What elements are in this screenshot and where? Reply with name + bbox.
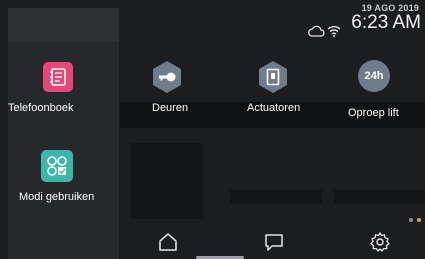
- page-indicator: [409, 218, 421, 222]
- tile-modes-label: Modi gebruiken: [19, 191, 95, 203]
- actuator-icon: [256, 60, 290, 94]
- status-icons: [308, 25, 341, 41]
- tile-doors-label: Deuren: [152, 102, 189, 114]
- page-dot[interactable]: [409, 218, 413, 222]
- empty-slot: [131, 143, 203, 219]
- modes-icon: [41, 150, 73, 182]
- key-icon: [150, 60, 184, 94]
- left-panel: [8, 8, 119, 259]
- chat-icon: [263, 234, 285, 257]
- empty-slot: [334, 190, 425, 204]
- tile-phonebook-label: Telefoonboek: [8, 102, 74, 114]
- phonebook-icon: [43, 62, 73, 92]
- nav-messages-button[interactable]: [263, 231, 285, 253]
- cloud-icon: [308, 24, 325, 42]
- page-dot-active[interactable]: [417, 218, 421, 222]
- left-panel-header: [8, 8, 119, 42]
- tile-actuators[interactable]: Actuatoren: [234, 56, 318, 126]
- nav-home-button[interactable]: [157, 231, 179, 253]
- tile-lift-call[interactable]: 24h Oproep lift: [344, 56, 424, 126]
- nav-settings-button[interactable]: [369, 231, 391, 253]
- status-time: 6:23 AM: [351, 12, 421, 33]
- tile-phonebook[interactable]: Telefoonboek: [8, 56, 119, 126]
- lift-24h-icon: 24h: [358, 60, 390, 92]
- tile-doors[interactable]: Deuren: [132, 56, 212, 126]
- tile-actuators-label: Actuatoren: [247, 102, 301, 114]
- gear-icon: [369, 232, 391, 257]
- lift-24h-badge: 24h: [364, 70, 384, 82]
- intercom-home-screen: 19 AGO 2019 6:23 AM Telefoonboek Deuren …: [0, 0, 425, 259]
- tile-lift-call-label: Oproep lift: [348, 107, 399, 119]
- empty-slot: [230, 190, 322, 204]
- tile-modes[interactable]: Modi gebruiken: [8, 144, 119, 220]
- wifi-icon: [327, 24, 341, 42]
- home-icon: [157, 233, 179, 257]
